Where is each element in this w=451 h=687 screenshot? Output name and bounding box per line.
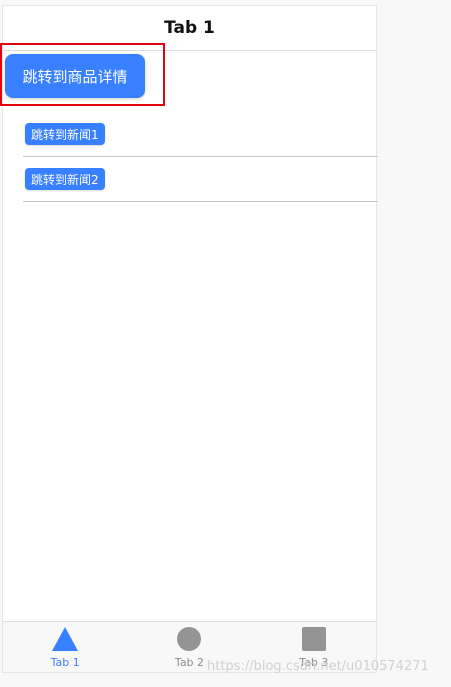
tab-label: Tab 1 (50, 656, 80, 669)
goto-news-2-button[interactable]: 跳转到新闻2 (25, 168, 105, 190)
tab-1[interactable]: Tab 1 (3, 622, 127, 672)
highlight-annotation-box (0, 43, 165, 106)
triangle-icon (51, 626, 79, 652)
square-icon (300, 626, 328, 652)
list-item: 跳转到新闻2 (23, 157, 378, 202)
tab-label: Tab 2 (174, 656, 205, 669)
circle-icon (175, 626, 203, 652)
goto-news-1-button[interactable]: 跳转到新闻1 (25, 123, 105, 145)
watermark-text: https://blog.csdn.net/u010574271 (207, 659, 429, 674)
page-title: Tab 1 (164, 18, 215, 38)
news-list: 跳转到新闻1 跳转到新闻2 (23, 112, 378, 202)
list-item: 跳转到新闻1 (23, 112, 378, 157)
